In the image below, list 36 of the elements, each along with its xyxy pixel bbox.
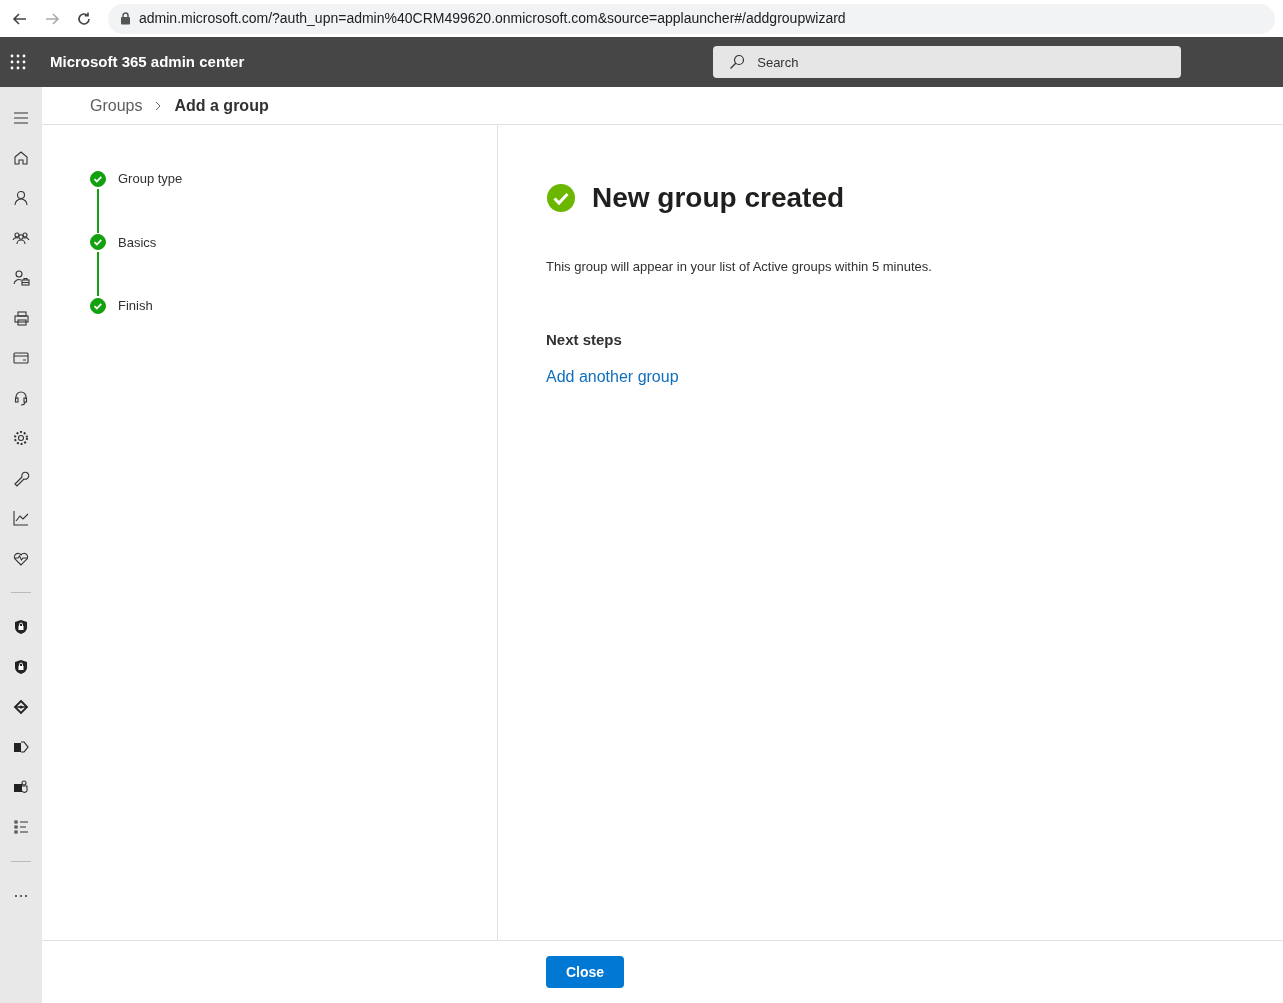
search-field[interactable]: Search [713, 46, 1182, 78]
current-page-crumb: Add a group [174, 95, 269, 116]
menu-icon[interactable] [12, 109, 30, 127]
step-label: Finish [118, 297, 153, 315]
confirmation-message: This group will appear in your list of Active groups within 5 minutes. [546, 258, 933, 276]
lock-icon [120, 12, 131, 25]
home-icon[interactable] [12, 149, 30, 167]
headset-icon[interactable] [12, 389, 30, 407]
step-label: Group type [118, 170, 183, 188]
reload-icon[interactable] [76, 10, 92, 27]
chart-icon[interactable] [12, 509, 30, 527]
step-label: Basics [118, 233, 157, 252]
add-group-link[interactable]: Add another group [546, 365, 679, 389]
search-icon [729, 54, 746, 70]
card-icon[interactable] [12, 349, 30, 367]
people-icon[interactable] [12, 229, 30, 247]
printer-icon[interactable] [12, 309, 30, 327]
person-briefcase-icon[interactable] [12, 269, 30, 287]
close-button[interactable]: Close [546, 956, 625, 988]
address-bar[interactable]: admin.microsoft.com/?auth_upn=admin%40CRM499620.onmicrosoft.com&source=applauncher#/addgroupwizard [108, 3, 1275, 34]
app-launcher-icon[interactable] [10, 54, 26, 70]
list-icon[interactable] [12, 818, 30, 836]
shield-lock-icon[interactable] [12, 618, 30, 636]
person-icon[interactable] [12, 189, 30, 207]
diamond-icon[interactable] [12, 698, 30, 716]
success-check-icon [546, 183, 576, 213]
section-heading: Next steps [546, 329, 623, 350]
page-heading: New group created [592, 181, 845, 215]
settings-icon[interactable] [12, 429, 30, 447]
back-icon[interactable] [12, 10, 28, 27]
app-title: Microsoft 365 admin center [50, 51, 245, 72]
chevron-right-icon [154, 100, 163, 111]
url-text: admin.microsoft.com/?auth_upn=admin%40CRM499620.onmicrosoft.com&source=applauncher#/addgroupwizard [139, 9, 846, 28]
wrench-icon[interactable] [12, 469, 30, 487]
shield-lock-icon[interactable] [12, 658, 30, 676]
breadcrumb-link[interactable]: Groups [90, 93, 143, 118]
